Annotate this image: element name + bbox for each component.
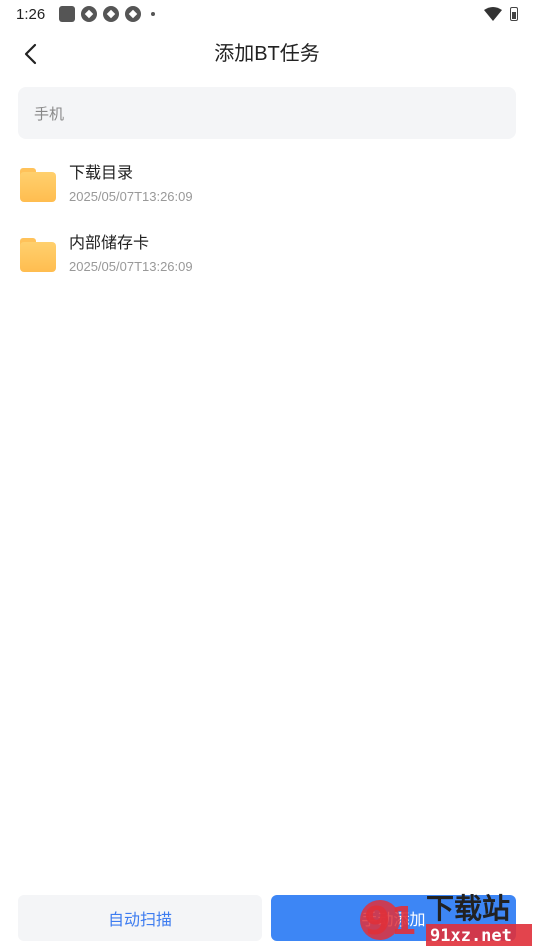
notification-aperture-icon bbox=[103, 6, 120, 22]
bottom-action-bar: 自动扫描 手动添加 bbox=[0, 893, 534, 943]
folder-icon bbox=[20, 238, 56, 272]
notification-square-icon bbox=[59, 6, 76, 22]
back-button[interactable] bbox=[14, 38, 46, 70]
chevron-left-icon bbox=[24, 43, 37, 65]
list-item-folder[interactable]: 下载目录 2025/05/07T13:26:09 bbox=[0, 150, 534, 220]
folder-icon bbox=[20, 168, 56, 202]
notification-aperture-icon bbox=[81, 6, 98, 22]
notification-aperture-icon bbox=[125, 6, 142, 22]
status-left: 1:26 bbox=[16, 5, 156, 23]
folder-text: 内部储存卡 2025/05/07T13:26:09 bbox=[69, 233, 193, 277]
folder-date: 2025/05/07T13:26:09 bbox=[69, 259, 193, 274]
folder-text: 下载目录 2025/05/07T13:26:09 bbox=[69, 163, 193, 207]
battery-icon bbox=[510, 7, 518, 21]
status-time: 1:26 bbox=[16, 5, 46, 23]
manual-add-button[interactable]: 手动添加 bbox=[271, 895, 516, 941]
folder-date: 2025/05/07T13:26:09 bbox=[69, 189, 193, 204]
path-placeholder: 手机 bbox=[34, 105, 65, 123]
page-title: 添加BT任务 bbox=[214, 43, 320, 65]
folder-list: 下载目录 2025/05/07T13:26:09 内部储存卡 2025/05/0… bbox=[0, 150, 534, 290]
more-notifications-dot-icon bbox=[151, 12, 156, 16]
folder-name: 下载目录 bbox=[69, 165, 134, 182]
wifi-icon bbox=[484, 7, 502, 21]
status-right bbox=[484, 7, 518, 21]
header: 添加BT任务 bbox=[0, 28, 534, 80]
folder-name: 内部储存卡 bbox=[69, 235, 150, 252]
status-bar: 1:26 bbox=[0, 0, 534, 28]
auto-scan-button[interactable]: 自动扫描 bbox=[18, 895, 262, 941]
list-item-folder[interactable]: 内部储存卡 2025/05/07T13:26:09 bbox=[0, 220, 534, 290]
path-input[interactable]: 手机 bbox=[18, 87, 516, 139]
